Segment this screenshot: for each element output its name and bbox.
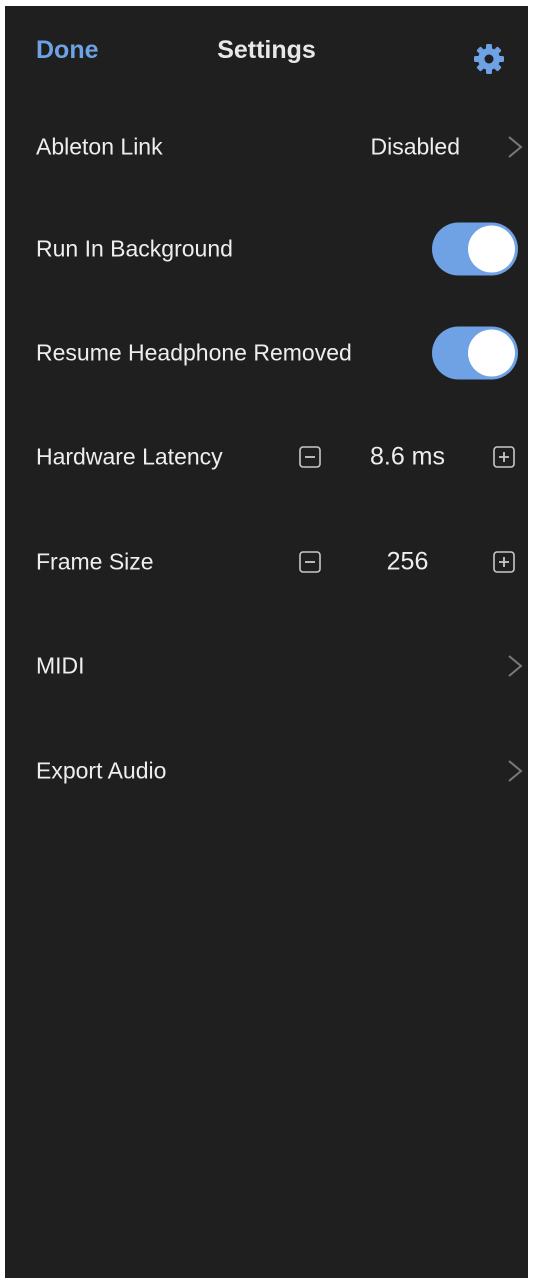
page-title: Settings (217, 36, 316, 64)
midi-row[interactable]: MIDI (5, 626, 528, 706)
frame-size-row: Frame Size 256 (5, 522, 528, 602)
chevron-right-icon (508, 136, 523, 158)
hardware-latency-label: Hardware Latency (36, 443, 223, 470)
frame-size-label: Frame Size (36, 548, 154, 575)
ableton-link-row[interactable]: Ableton Link Disabled (5, 107, 528, 187)
toggle-knob (468, 329, 515, 377)
run-in-background-toggle[interactable] (432, 222, 518, 276)
settings-panel: Done Settings Ableton Link Disabled Run … (5, 6, 528, 1278)
hardware-latency-row: Hardware Latency 8.6 ms (5, 417, 528, 497)
plus-icon[interactable] (493, 551, 515, 573)
chevron-right-icon (508, 760, 523, 782)
gear-icon[interactable] (471, 41, 507, 77)
nav-bar: Done Settings (5, 6, 528, 98)
resume-headphone-removed-row: Resume Headphone Removed (5, 313, 528, 393)
resume-headphone-removed-toggle[interactable] (432, 326, 518, 380)
chevron-right-icon (508, 655, 523, 677)
export-audio-label: Export Audio (36, 757, 167, 784)
run-in-background-row: Run In Background (5, 209, 528, 289)
hardware-latency-value: 8.6 ms (369, 442, 446, 471)
midi-label: MIDI (36, 652, 85, 679)
ableton-link-value: Disabled (370, 133, 461, 160)
toggle-knob (468, 225, 515, 273)
plus-icon[interactable] (493, 446, 515, 468)
minus-icon[interactable] (299, 446, 321, 468)
minus-icon[interactable] (299, 551, 321, 573)
frame-size-value: 256 (386, 547, 429, 576)
export-audio-row[interactable]: Export Audio (5, 731, 528, 811)
run-in-background-label: Run In Background (36, 235, 233, 262)
ableton-link-label: Ableton Link (36, 133, 163, 160)
resume-headphone-removed-label: Resume Headphone Removed (36, 339, 352, 366)
